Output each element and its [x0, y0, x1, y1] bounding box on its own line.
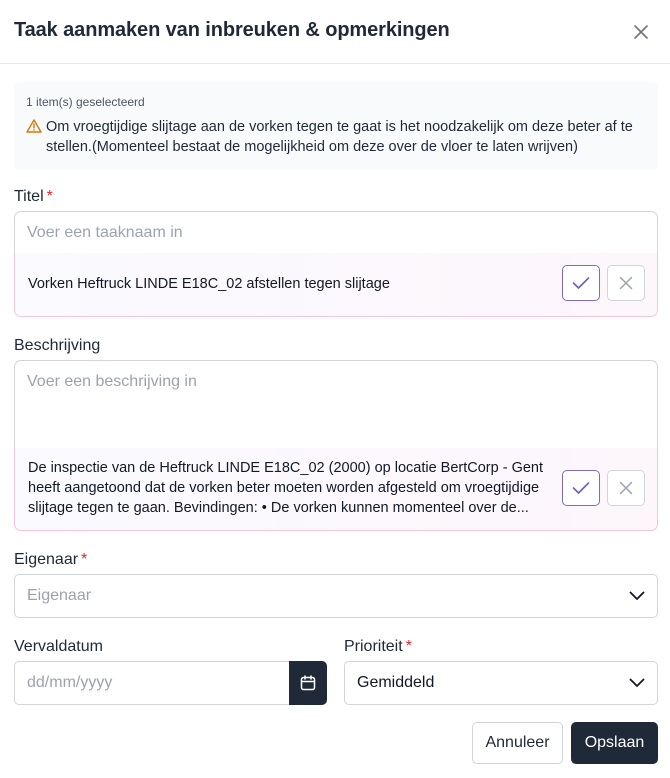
accept-description-suggestion-button[interactable] [562, 470, 600, 506]
priority-select[interactable]: Gemiddeld [344, 661, 658, 705]
owner-label-text: Eigenaar [14, 551, 79, 568]
due-date-input[interactable] [14, 661, 290, 705]
required-marker: * [405, 638, 412, 655]
save-button[interactable]: Opslaan [571, 722, 658, 764]
description-label: Beschrijving [14, 337, 101, 354]
check-icon [572, 277, 590, 289]
priority-selected-value: Gemiddeld [357, 674, 435, 691]
close-icon [634, 25, 648, 39]
title-label: Titel * [14, 188, 53, 206]
due-date-label: Vervaldatum [14, 638, 103, 655]
priority-label: Prioriteit * [344, 638, 412, 656]
x-icon [619, 276, 633, 290]
cancel-button[interactable]: Annuleer [472, 722, 563, 764]
owner-placeholder: Eigenaar [27, 587, 92, 604]
owner-select[interactable]: Eigenaar [14, 574, 658, 618]
reject-title-suggestion-button[interactable] [607, 265, 645, 301]
check-icon [572, 482, 590, 494]
title-label-text: Titel [14, 188, 44, 205]
owner-label: Eigenaar * [14, 551, 87, 569]
title-suggestion: Vorken Heftruck LINDE E18C_02 afstellen … [14, 253, 658, 317]
calendar-icon [300, 675, 316, 691]
title-suggestion-text: Vorken Heftruck LINDE E18C_02 afstellen … [28, 276, 390, 292]
warning-icon [26, 119, 42, 133]
calendar-button[interactable] [289, 661, 327, 705]
description-textarea[interactable] [14, 360, 658, 449]
dialog-title: Taak aanmaken van inbreuken & opmerkinge… [14, 19, 450, 41]
required-marker: * [46, 188, 53, 205]
dialog-header: Taak aanmaken van inbreuken & opmerkinge… [0, 0, 670, 64]
description-suggestion-text: De inspectie van de Heftruck LINDE E18C_… [28, 460, 544, 516]
reject-description-suggestion-button[interactable] [607, 470, 645, 506]
notice-text: Om vroegtijdige slijtage aan de vorken t… [46, 119, 633, 155]
description-suggestion: De inspectie van de Heftruck LINDE E18C_… [14, 448, 658, 531]
x-icon [619, 481, 633, 495]
close-button[interactable] [628, 19, 654, 45]
priority-label-text: Prioriteit [344, 638, 403, 655]
selected-count: 1 item(s) geselecteerd [26, 95, 145, 109]
required-marker: * [81, 551, 88, 568]
accept-title-suggestion-button[interactable] [562, 265, 600, 301]
title-input[interactable] [14, 211, 658, 254]
selection-notice: 1 item(s) geselecteerd Om vroegtijdige s… [14, 82, 658, 170]
